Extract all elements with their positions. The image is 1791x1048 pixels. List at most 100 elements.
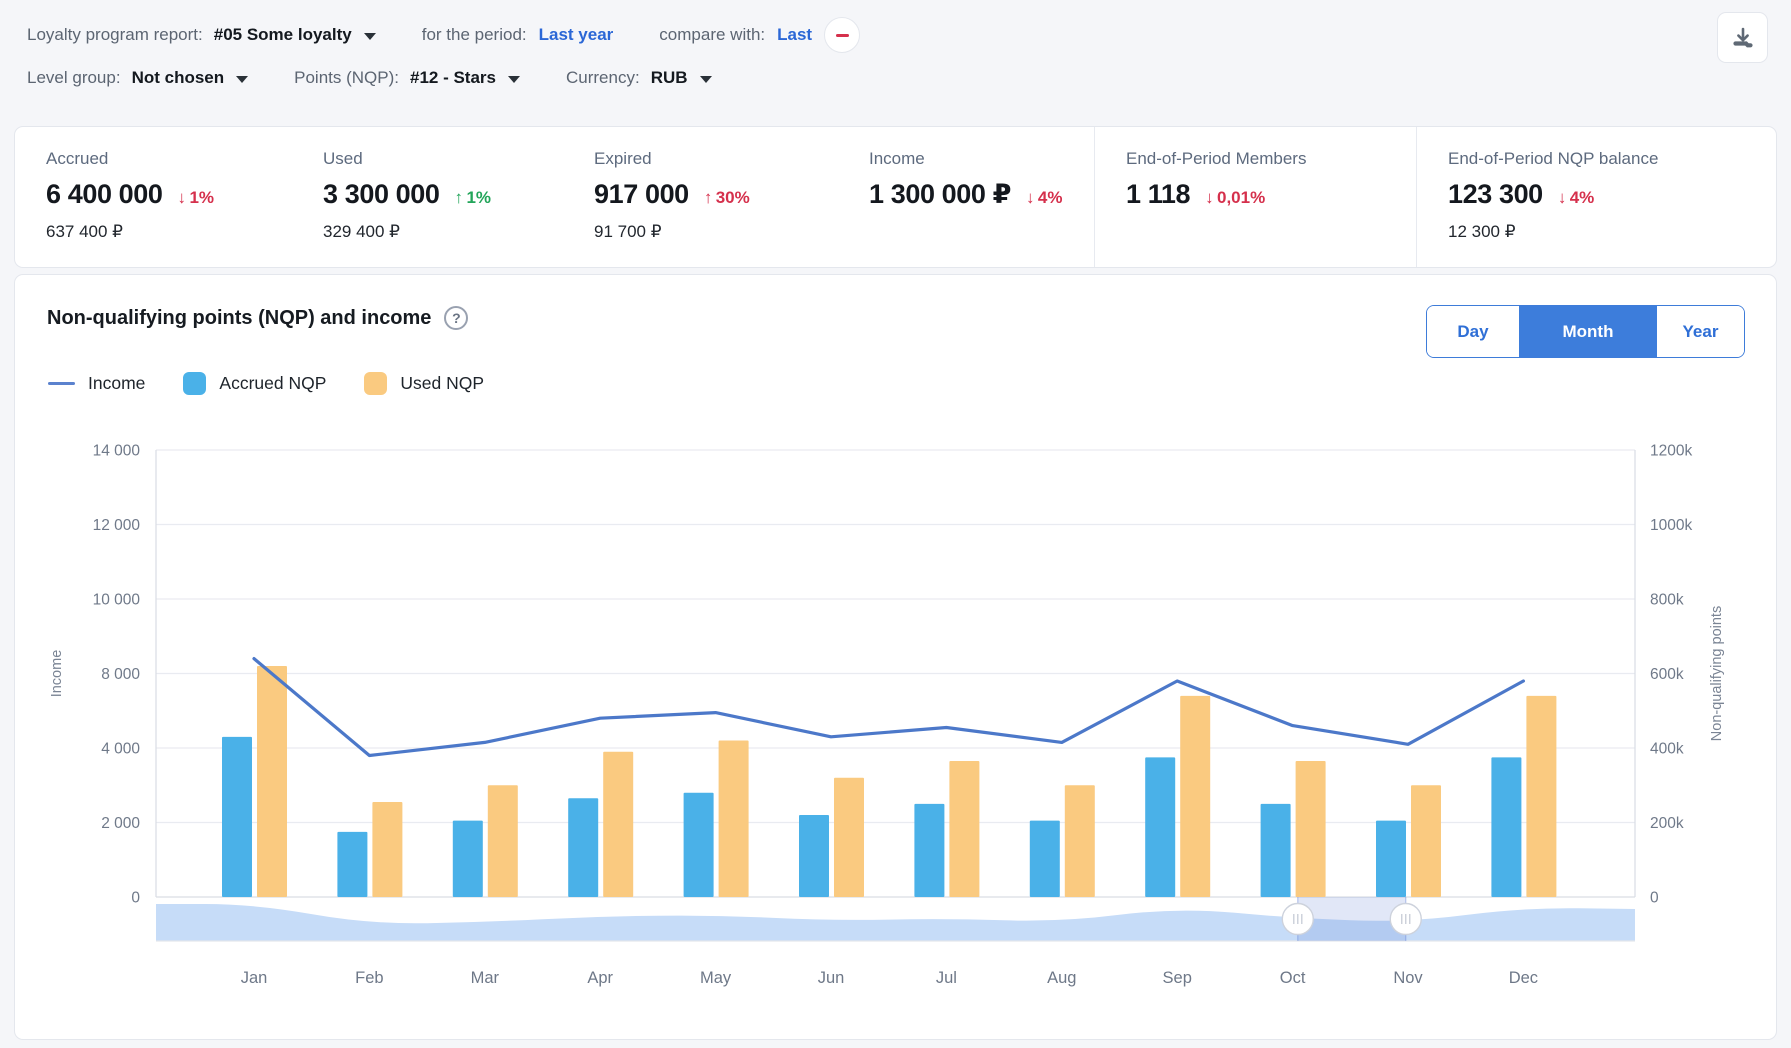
- kpi-delta-percent: 1%: [189, 188, 215, 207]
- trend-arrow-icon: ↓: [177, 188, 190, 207]
- points-label: Points (NQP):: [294, 68, 399, 87]
- x-axis-label-sep: Sep: [1163, 969, 1192, 987]
- used-nqp-bar-apr[interactable]: [603, 751, 634, 897]
- kpi-card: Used 3 300 000 ↑ 1% 329 400 ₽: [292, 127, 563, 267]
- kpi-label: Expired: [594, 149, 652, 168]
- combo-chart: 0 0 2 000 200k 4 000 400k 8 000 600k 10 000 800k 1…: [49, 443, 1725, 988]
- points-select-value[interactable]: #12 - Stars: [410, 68, 496, 88]
- left-axis-title: Income: [49, 650, 65, 698]
- report-filter-label: Loyalty program report:: [27, 25, 203, 44]
- kpi-sub-value: 12 300 ₽: [1448, 222, 1516, 241]
- currency-label: Currency:: [566, 68, 640, 87]
- x-axis-label-oct: Oct: [1280, 969, 1306, 987]
- trend-arrow-icon: ↓: [1026, 188, 1038, 207]
- used-nqp-bar-sep[interactable]: [1180, 695, 1211, 897]
- accrued-nqp-bar-jul[interactable]: [914, 803, 945, 897]
- compare-filter-label: compare with:: [659, 25, 766, 44]
- accrued-nqp-bar-feb[interactable]: [337, 831, 368, 897]
- kpi-card: End-of-Period NQP balance 123 300 ↓ 4% 1…: [1416, 127, 1776, 267]
- points-select[interactable]: #12 - Stars: [399, 68, 520, 88]
- x-axis-label-jun: Jun: [818, 969, 845, 987]
- level-group-label: Level group:: [27, 68, 121, 87]
- kpi-value: 1 300 000 ₽: [869, 179, 1012, 209]
- right-axis-tick: 800k: [1650, 592, 1684, 609]
- minus-icon: [835, 33, 849, 37]
- x-axis-label-dec: Dec: [1509, 969, 1538, 987]
- right-axis-tick: 0: [1650, 890, 1659, 907]
- left-axis-tick: 12 000: [93, 517, 141, 534]
- used-nqp-bar-oct[interactable]: [1295, 761, 1326, 897]
- x-axis-label-nov: Nov: [1393, 969, 1423, 987]
- x-axis-label-jul: Jul: [936, 969, 957, 987]
- used-nqp-bar-may[interactable]: [718, 740, 749, 897]
- level-group-select[interactable]: Not chosen: [121, 68, 249, 88]
- accrued-nqp-bar-jan[interactable]: [222, 736, 252, 897]
- x-axis-label-feb: Feb: [355, 969, 383, 987]
- x-axis-label-aug: Aug: [1047, 969, 1076, 987]
- chevron-down-icon: [363, 32, 376, 40]
- kpi-delta: ↑ 30%: [704, 188, 750, 208]
- accrued-nqp-bar-mar[interactable]: [452, 820, 483, 897]
- kpi-delta-percent: 4%: [1037, 188, 1063, 207]
- used-nqp-bar-aug[interactable]: [1064, 785, 1095, 897]
- kpi-value: 1 118: [1126, 179, 1191, 209]
- kpi-delta: ↓ 4%: [1026, 188, 1062, 208]
- accrued-nqp-bar-oct[interactable]: [1260, 803, 1291, 897]
- left-axis-tick: 2 000: [101, 815, 140, 832]
- kpi-delta: ↓ 0,01%: [1205, 188, 1265, 208]
- currency-select-value[interactable]: RUB: [651, 68, 688, 88]
- right-axis-tick: 1200k: [1650, 443, 1692, 460]
- report-select[interactable]: #05 Some loyalty: [203, 25, 376, 45]
- accrued-nqp-bar-apr[interactable]: [568, 798, 599, 897]
- left-axis-tick: 4 000: [101, 741, 140, 758]
- used-nqp-bar-jul[interactable]: [949, 761, 980, 897]
- kpi-delta: ↓ 4%: [1558, 188, 1594, 208]
- chevron-down-icon: [699, 75, 712, 83]
- used-nqp-bar-jun[interactable]: [834, 777, 864, 897]
- period-filter-label: for the period:: [421, 25, 527, 44]
- used-nqp-bar-jan[interactable]: [257, 666, 287, 897]
- used-nqp-bar-dec[interactable]: [1526, 695, 1557, 897]
- filter-bar-row-2: Level group: Not chosen Points (NQP): #1…: [27, 60, 712, 96]
- download-report-button[interactable]: [1717, 12, 1768, 63]
- chevron-down-icon: [236, 75, 249, 83]
- kpi-card: Expired 917 000 ↑ 30% 91 700 ₽: [563, 127, 838, 267]
- x-axis-label-jan: Jan: [241, 969, 268, 987]
- kpi-delta: ↑ 1%: [455, 188, 491, 208]
- accrued-nqp-bar-dec[interactable]: [1491, 757, 1522, 897]
- x-axis-label-apr: Apr: [587, 969, 613, 987]
- kpi-card: Accrued 6 400 000 ↓ 1% 637 400 ₽: [15, 127, 292, 267]
- used-nqp-bar-feb[interactable]: [372, 802, 403, 897]
- trend-arrow-icon: ↓: [1557, 188, 1570, 207]
- filter-bar-row-1: Loyalty program report: #05 Some loyalty…: [27, 17, 861, 53]
- right-axis-tick: 600k: [1650, 666, 1684, 683]
- currency-select[interactable]: RUB: [640, 68, 712, 88]
- kpi-label: Accrued: [46, 149, 109, 168]
- left-axis-tick: 0: [131, 890, 140, 907]
- period-link[interactable]: Last year: [539, 25, 614, 45]
- trend-arrow-icon: ↑: [703, 188, 716, 207]
- kpi-card: End-of-Period Members 1 118 ↓ 0,01%: [1094, 127, 1416, 267]
- kpi-value: 3 300 000: [323, 179, 440, 209]
- used-nqp-bar-nov[interactable]: [1411, 785, 1441, 897]
- compare-link[interactable]: Last: [777, 25, 812, 45]
- accrued-nqp-bar-may[interactable]: [683, 792, 714, 897]
- level-group-value[interactable]: Not chosen: [132, 68, 225, 88]
- trend-arrow-icon: ↑: [454, 188, 467, 207]
- chart-panel: Non-qualifying points (NQP) and income ?…: [14, 274, 1777, 1040]
- kpi-label: End-of-Period Members: [1126, 149, 1307, 168]
- accrued-nqp-bar-sep[interactable]: [1145, 757, 1176, 897]
- kpi-label: End-of-Period NQP balance: [1448, 149, 1659, 168]
- trend-arrow-icon: ↓: [1205, 188, 1217, 207]
- kpi-card: Income 1 300 000 ₽ ↓ 4%: [838, 127, 1094, 267]
- accrued-nqp-bar-jun[interactable]: [799, 815, 829, 897]
- right-axis-tick: 1000k: [1650, 517, 1692, 534]
- accrued-nqp-bar-nov[interactable]: [1376, 820, 1406, 897]
- report-select-value[interactable]: #05 Some loyalty: [214, 25, 352, 45]
- used-nqp-bar-mar[interactable]: [487, 785, 518, 897]
- kpi-label: Income: [869, 149, 925, 168]
- kpi-sub-value: 91 700 ₽: [594, 222, 662, 241]
- remove-compare-button[interactable]: [824, 17, 861, 53]
- accrued-nqp-bar-aug[interactable]: [1029, 820, 1060, 897]
- kpi-value: 917 000: [594, 179, 689, 209]
